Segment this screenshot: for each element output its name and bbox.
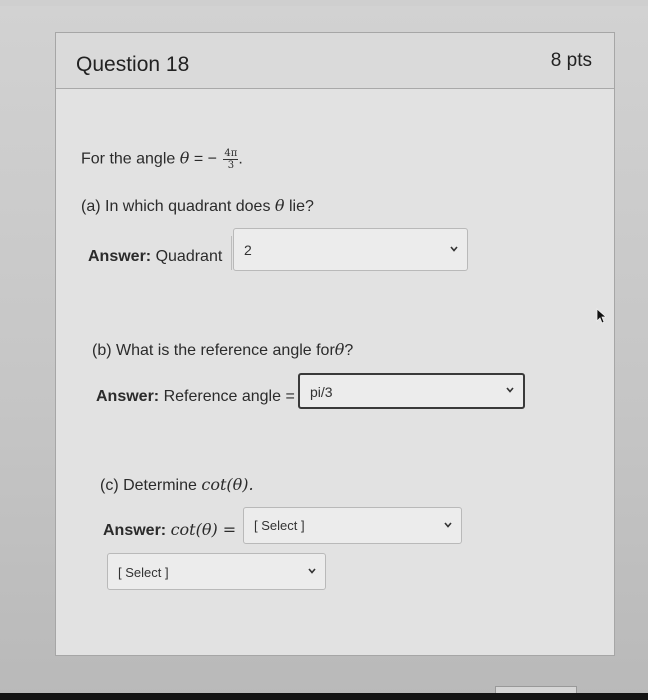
question-title: Question 18 bbox=[76, 53, 190, 76]
divider bbox=[231, 236, 232, 270]
prompt-period: . bbox=[238, 150, 243, 168]
screen-edge bbox=[0, 0, 648, 6]
question-prompt: For the angle θ = − 4π 3. bbox=[81, 148, 243, 171]
prompt-text: For the angle bbox=[81, 150, 176, 168]
theta-symbol: θ bbox=[179, 148, 190, 168]
fraction-numerator: 4π bbox=[223, 148, 239, 160]
quadrant-select-value: 2 bbox=[244, 242, 252, 258]
part-a-question: (a) In which quadrant does θ lie? bbox=[81, 196, 314, 216]
bottom-bar bbox=[0, 693, 648, 700]
theta-symbol: θ bbox=[274, 196, 285, 215]
reference-angle-select[interactable]: pi/3 bbox=[298, 373, 525, 409]
cot-select-2[interactable]: [ Select ] bbox=[107, 553, 326, 590]
part-b-answer-row: Answer: Reference angle = bbox=[96, 388, 295, 406]
quadrant-select[interactable]: 2 bbox=[233, 228, 468, 271]
answer-prefix: Quadrant bbox=[155, 248, 223, 265]
chevron-down-icon bbox=[506, 387, 514, 393]
answer-label: Answer: bbox=[96, 388, 160, 405]
part-b-suffix: ? bbox=[344, 342, 354, 359]
part-c-question: (c) Determine cot(θ). bbox=[100, 475, 254, 495]
chevron-down-icon bbox=[444, 521, 452, 528]
part-c-answer-row: Answer: cot(θ) = bbox=[103, 520, 236, 540]
question-points: 8 pts bbox=[550, 50, 592, 71]
part-c-text: (c) Determine bbox=[100, 477, 197, 494]
part-b-question: (b) What is the reference angle forθ? bbox=[92, 340, 353, 360]
answer-label: Answer: bbox=[103, 522, 167, 539]
cot-expression: cot(θ) = bbox=[170, 520, 237, 539]
part-a-answer-row: Answer: Quadrant bbox=[88, 248, 222, 266]
fraction-denominator: 3 bbox=[227, 160, 235, 171]
question-header: Question 18 8 pts bbox=[56, 33, 614, 89]
angle-fraction: 4π 3 bbox=[223, 148, 239, 171]
cot-select-1[interactable]: [ Select ] bbox=[243, 507, 462, 544]
part-a-suffix: lie? bbox=[289, 198, 314, 215]
cot-select-2-value: [ Select ] bbox=[118, 565, 169, 580]
chevron-down-icon bbox=[450, 245, 458, 252]
answer-prefix: Reference angle = bbox=[163, 388, 295, 405]
theta-symbol: θ bbox=[334, 340, 345, 359]
chevron-down-icon bbox=[308, 567, 316, 574]
part-b-text: (b) What is the reference angle for bbox=[92, 342, 335, 359]
answer-label: Answer: bbox=[88, 248, 152, 265]
reference-angle-select-value: pi/3 bbox=[310, 384, 333, 400]
part-a-text: (a) In which quadrant does bbox=[81, 198, 271, 215]
mouse-pointer-icon bbox=[596, 308, 606, 324]
cot-theta: cot(θ). bbox=[201, 475, 254, 494]
equals-minus: = − bbox=[193, 150, 217, 168]
cot-select-1-value: [ Select ] bbox=[254, 518, 305, 533]
